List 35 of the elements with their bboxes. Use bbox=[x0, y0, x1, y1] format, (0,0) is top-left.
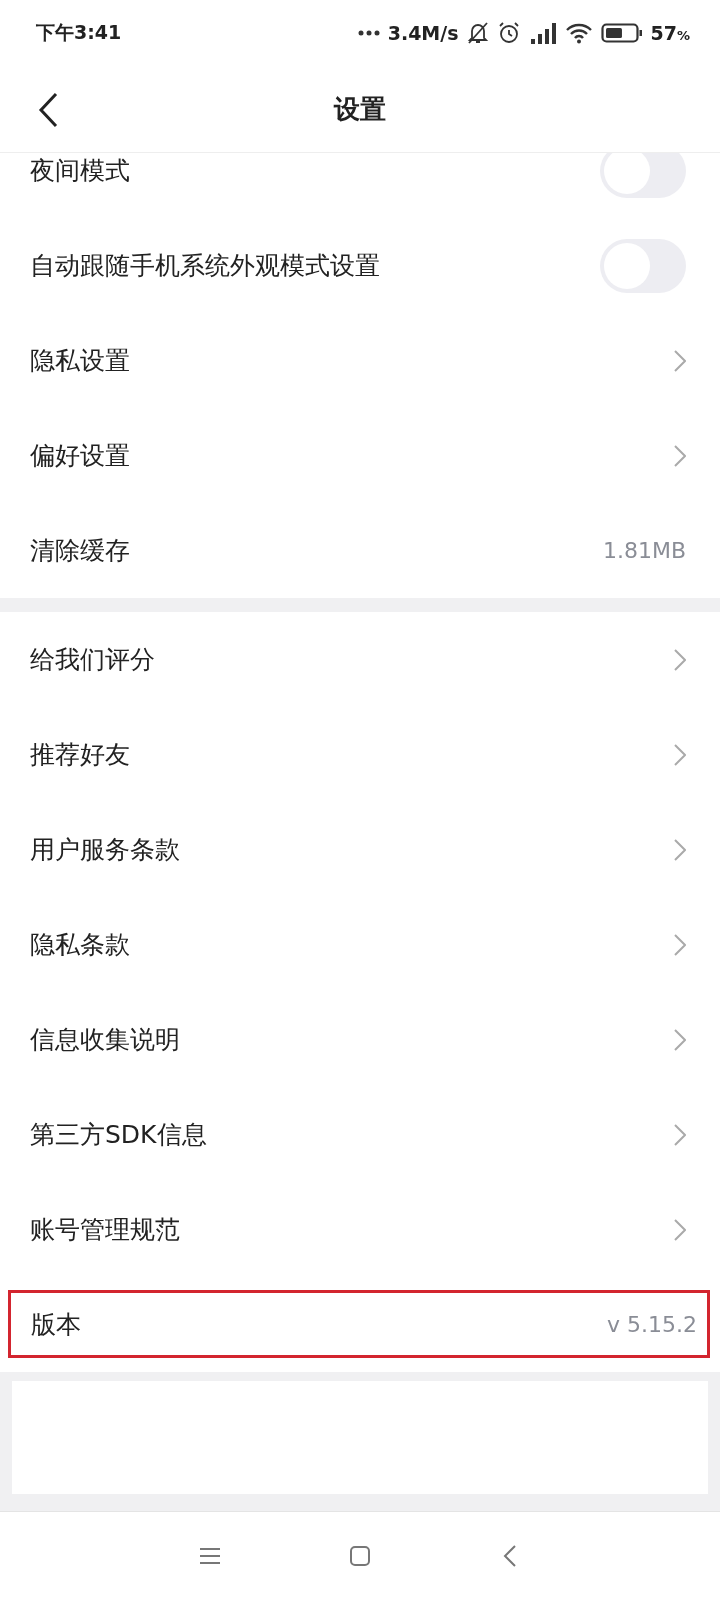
setting-label: 账号管理规范 bbox=[30, 1214, 181, 1246]
chevron-right-icon bbox=[674, 648, 686, 671]
setting-label: 隐私设置 bbox=[30, 345, 131, 377]
signal-icon bbox=[528, 21, 557, 45]
network-speed: 3.4M/s bbox=[387, 22, 459, 44]
more-dots-icon bbox=[357, 30, 380, 36]
setting-label: 用户服务条款 bbox=[30, 834, 181, 866]
chevron-right-icon bbox=[674, 444, 686, 467]
chevron-right-icon bbox=[674, 838, 686, 861]
setting-label: 版本 bbox=[31, 1308, 82, 1341]
wifi-icon bbox=[564, 22, 593, 44]
setting-label: 隐私条款 bbox=[30, 929, 131, 961]
setting-label: 夜间模式 bbox=[30, 155, 131, 187]
setting-label: 自动跟随手机系统外观模式设置 bbox=[30, 250, 381, 282]
setting-label: 第三方SDK信息 bbox=[30, 1119, 208, 1151]
setting-label: 给我们评分 bbox=[30, 644, 156, 676]
menu-icon bbox=[199, 1547, 221, 1565]
setting-value: 1.81MB bbox=[602, 538, 686, 563]
setting-label: 清除缓存 bbox=[30, 535, 131, 567]
setting-label: 推荐好友 bbox=[30, 739, 131, 771]
chevron-right-icon bbox=[674, 933, 686, 956]
chevron-right-icon bbox=[674, 743, 686, 766]
chevron-right-icon bbox=[674, 1123, 686, 1146]
chevron-right-icon bbox=[674, 1218, 686, 1241]
battery-icon bbox=[600, 22, 643, 44]
chevron-right-icon bbox=[674, 349, 686, 372]
setting-label: 信息收集说明 bbox=[30, 1024, 181, 1056]
setting-value: v 5.15.2 bbox=[607, 1311, 697, 1337]
clock-time: 下午3:41 bbox=[36, 20, 122, 45]
chevron-right-icon bbox=[674, 1028, 686, 1051]
bell-muted-icon bbox=[466, 21, 489, 45]
page-title: 设置 bbox=[334, 92, 386, 126]
battery-percent: 57% bbox=[650, 22, 690, 44]
setting-label: 偏好设置 bbox=[30, 440, 131, 472]
square-icon bbox=[349, 1545, 371, 1567]
